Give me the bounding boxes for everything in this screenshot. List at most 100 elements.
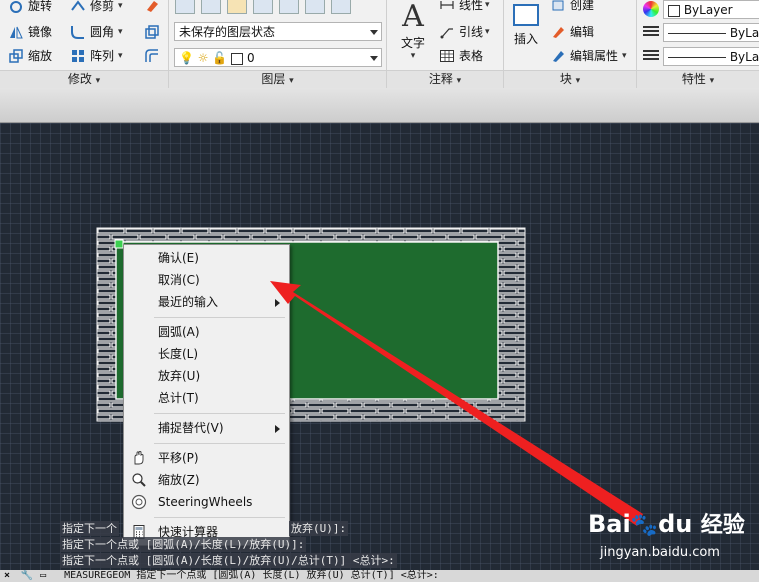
array-icon: [70, 48, 86, 64]
paw-icon: 🐾: [630, 513, 659, 538]
text-a-icon: A: [402, 0, 424, 34]
array-label: 阵列: [90, 49, 115, 63]
menu-separator: [154, 317, 285, 318]
menu-item-length[interactable]: 长度(L): [124, 343, 289, 365]
menu-item-arc[interactable]: 圆弧(A): [124, 321, 289, 343]
close-icon[interactable]: ×: [0, 570, 14, 582]
layer-state-value: 未保存的图层状态: [179, 25, 276, 39]
layer-tool-2-icon[interactable]: [201, 0, 221, 14]
leader-icon: [439, 24, 455, 40]
fillet-dropdown-icon[interactable]: ▾: [118, 22, 123, 42]
modify-panel: 旋转 修剪 ▾ 镜像 圆角 ▾ 缩放 阵列 ▾ 修改 ▾: [0, 0, 169, 88]
create-label: 创建: [570, 0, 595, 12]
text-button[interactable]: A 文字 ▾: [393, 0, 433, 61]
watermark-url: jingyan.baidu.com: [600, 545, 720, 560]
layer-color-swatch: [231, 52, 244, 65]
modify-panel-title[interactable]: 修改 ▾: [0, 70, 168, 88]
mirror-button[interactable]: 镜像: [8, 22, 52, 42]
trim-button[interactable]: 修剪 ▾: [70, 0, 123, 16]
block-panel-title[interactable]: 块 ▾: [504, 70, 636, 88]
leader-dropdown-icon: ▾: [485, 27, 490, 37]
annotation-panel: A 文字 ▾ 线性 ▾ 引线 ▾ 表格 注释 ▾: [387, 0, 504, 88]
edit-block-button[interactable]: 编辑: [550, 22, 594, 42]
layer-tool-4-icon[interactable]: [253, 0, 273, 14]
watermark-cn: 经验: [700, 513, 745, 538]
edit-attributes-dropdown-icon: ▾: [622, 51, 627, 61]
wrench-icon[interactable]: 🔧: [20, 570, 34, 582]
menu-item-total[interactable]: 总计(T): [124, 387, 289, 409]
trim-label: 修剪: [90, 0, 115, 13]
create-block-button[interactable]: 创建: [550, 0, 594, 15]
lineweight-select[interactable]: ByLa: [663, 47, 759, 66]
command-line-bar[interactable]: × 🔧 ▭ MEASUREGEOM 指定下一个点或 [圆弧(A) 长度(L) 放…: [0, 570, 759, 582]
layer-state-select[interactable]: 未保存的图层状态: [174, 22, 382, 41]
linear-dim-button[interactable]: 线性 ▾: [439, 0, 490, 15]
menu-item-recent-input[interactable]: 最近的输入: [124, 291, 289, 313]
leader-button[interactable]: 引线 ▾: [439, 22, 490, 42]
baidu-watermark: Bai🐾du 经验: [588, 507, 745, 539]
edit-attributes-button[interactable]: 编辑属性 ▾: [550, 46, 627, 66]
linear-dim-icon: [439, 0, 455, 13]
layer-toolbar-row: [175, 0, 351, 14]
linetype-select[interactable]: ByLa: [663, 23, 759, 42]
offset-button[interactable]: [144, 46, 164, 66]
layer-tool-7-icon[interactable]: [331, 0, 351, 14]
insert-button[interactable]: 插入: [508, 4, 544, 47]
menu-item-pan[interactable]: 平移(P): [124, 447, 289, 469]
submenu-arrow-icon: [275, 425, 280, 433]
lineweight-icon: [643, 50, 659, 62]
menu-item-confirm[interactable]: 确认(E): [124, 247, 289, 269]
layer-tool-3-icon[interactable]: [227, 0, 247, 14]
layer-tool-5-icon[interactable]: [279, 0, 299, 14]
menu-item-undo[interactable]: 放弃(U): [124, 365, 289, 387]
command-line-text: MEASUREGEOM 指定下一个点或 [圆弧(A) 长度(L) 放弃(U) 总…: [64, 570, 439, 581]
linear-label: 线性: [459, 0, 484, 12]
table-button[interactable]: 表格: [439, 46, 483, 66]
chevron-down-icon: [370, 30, 378, 35]
edit-block-icon: [550, 24, 566, 40]
command-history-line-1-right: 放弃(U)]:: [289, 521, 349, 536]
linetype-icon: [643, 26, 659, 38]
rotate-label: 旋转: [28, 0, 53, 13]
command-history-line-1-left: 指定下一个: [60, 521, 119, 536]
array-dropdown-icon[interactable]: ▾: [118, 46, 123, 66]
edit-label: 编辑: [570, 25, 595, 39]
linear-dropdown-icon: ▾: [485, 0, 490, 10]
menu-item-steeringwheels[interactable]: SteeringWheels: [124, 491, 289, 513]
menu-separator: [154, 517, 285, 518]
trim-icon: [70, 0, 86, 14]
array-button[interactable]: 阵列 ▾: [70, 46, 123, 66]
rotate-button[interactable]: 旋转: [8, 0, 52, 16]
layer-tool-1-icon[interactable]: [175, 0, 195, 14]
fillet-icon: [70, 24, 86, 40]
table-label: 表格: [459, 49, 484, 63]
color-select[interactable]: ByLayer: [663, 0, 759, 19]
scale-label: 缩放: [28, 49, 53, 63]
copy-button[interactable]: [144, 22, 164, 42]
mirror-label: 镜像: [28, 25, 53, 39]
menu-item-cancel[interactable]: 取消(C): [124, 269, 289, 291]
create-block-icon: [550, 0, 566, 13]
layers-panel-title[interactable]: 图层 ▾: [169, 70, 386, 88]
insert-icon: [513, 4, 539, 26]
annotation-panel-title[interactable]: 注释 ▾: [387, 70, 503, 88]
properties-panel-title[interactable]: 特性 ▾: [637, 70, 759, 88]
trim-dropdown-icon[interactable]: ▾: [118, 0, 123, 16]
table-icon: [439, 48, 455, 64]
file-tab-bar: [0, 88, 759, 123]
erase-button[interactable]: [144, 0, 164, 16]
command-history-line-3: 指定下一个点或 [圆弧(A)/长度(L)/放弃(U)/总计(T)] <总计>:: [60, 553, 397, 568]
menu-item-zoom[interactable]: 缩放(Z): [124, 469, 289, 491]
layer-tool-6-icon[interactable]: [305, 0, 325, 14]
watermark-brand: Bai: [588, 510, 631, 538]
ribbon: 旋转 修剪 ▾ 镜像 圆角 ▾ 缩放 阵列 ▾ 修改 ▾ 未保存的图层状态 💡 …: [0, 0, 759, 89]
edit-attributes-label: 编辑属性: [570, 49, 619, 63]
block-panel: 插入 创建 编辑 编辑属性 ▾ 块 ▾: [504, 0, 637, 88]
menu-item-snap-override[interactable]: 捕捉替代(V): [124, 417, 289, 439]
layer-select[interactable]: 💡 ☼ 🔓 0: [174, 48, 382, 67]
layers-panel: 未保存的图层状态 💡 ☼ 🔓 0 图层 ▾: [169, 0, 387, 88]
fillet-button[interactable]: 圆角 ▾: [70, 22, 123, 42]
scale-button[interactable]: 缩放: [8, 46, 52, 66]
color-value: ByLayer: [683, 3, 733, 17]
context-menu: 确认(E) 取消(C) 最近的输入 圆弧(A) 长度(L) 放弃(U) 总计(T…: [123, 244, 290, 546]
